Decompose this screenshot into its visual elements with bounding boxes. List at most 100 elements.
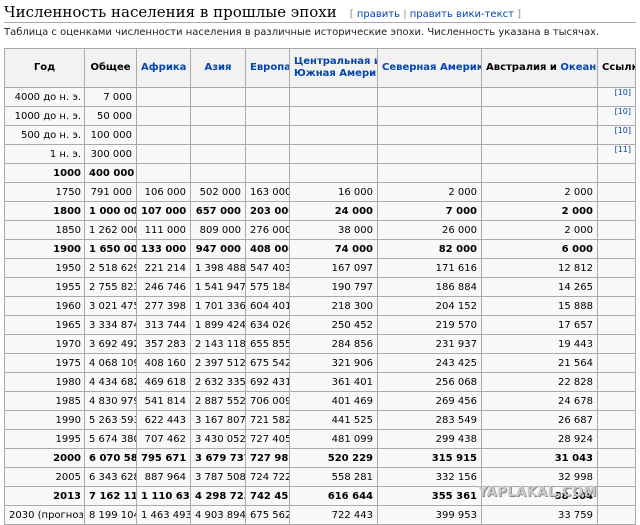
cell-total: 400 000: [84, 163, 137, 183]
cell-europe: 655 855: [245, 334, 290, 354]
cell-asia: [190, 144, 246, 164]
cell-africa: 1 110 635: [136, 486, 191, 506]
cell-north: 315 915: [377, 448, 482, 468]
cell-year: 2000: [4, 448, 85, 468]
edit-source-link[interactable]: править вики-текст: [410, 9, 514, 20]
cell-africa: 133 000: [136, 239, 191, 259]
cell-north: [377, 106, 482, 126]
table-body: 4000 до н. э. 7 000 [10] 1000 до н. э. 50 00…: [4, 87, 636, 525]
cell-ref[interactable]: [11]: [597, 144, 636, 164]
cell-latin: [289, 144, 378, 164]
cell-oceania: [481, 125, 598, 145]
cell-total: 3 021 475: [84, 296, 137, 316]
cell-oceania: 15 888: [481, 296, 598, 316]
table-row: 1950 2 518 629 221 214 1 398 488 547 403 167 …: [4, 258, 636, 278]
cell-year: 1000: [4, 163, 85, 183]
table-row: 18001 000 000107 000657 000203 00024 000…: [4, 201, 636, 221]
cell-latin: 361 401: [289, 372, 378, 392]
edit-links: [ править | править вики-текст ]: [349, 9, 522, 20]
cell-africa: 313 744: [136, 315, 191, 335]
cell-latin: 441 525: [289, 410, 378, 430]
cell-asia: 4 298 723: [190, 486, 246, 506]
cell-africa: 111 000: [136, 220, 191, 240]
oceania-link[interactable]: Океания: [560, 62, 596, 73]
cell-year: 1 н. э.: [4, 144, 85, 164]
table-row: 1970 3 692 492 357 283 2 143 118 655 855 284 …: [4, 334, 636, 354]
col-africa-link[interactable]: Африка: [136, 48, 191, 88]
cell-latin: 218 300: [289, 296, 378, 316]
cell-total: 2 518 629: [84, 258, 137, 278]
cell-europe: 727 405: [245, 429, 290, 449]
cell-africa: 1 463 493: [136, 505, 191, 525]
cell-asia: [190, 125, 246, 145]
cell-europe: 604 401: [245, 296, 290, 316]
cell-oceania: 19 443: [481, 334, 598, 354]
cell-europe: 203 000: [245, 201, 290, 221]
cell-total: 1 650 000: [84, 239, 137, 259]
cell-north: [377, 87, 482, 107]
cell-latin: 38 000: [289, 220, 378, 240]
cell-oceania: 6 000: [481, 239, 598, 259]
cell-total: 8 199 104: [84, 505, 137, 525]
col-north-america-link[interactable]: Северная Америка*: [377, 48, 482, 88]
cell-africa: [136, 125, 191, 145]
cell-latin: 24 000: [289, 201, 378, 221]
cell-total: 7 162 119: [84, 486, 137, 506]
col-refs: Ссылки: [597, 48, 636, 88]
cell-ref: [597, 163, 636, 183]
cell-europe: 276 000: [245, 220, 290, 240]
cell-oceania: 28 924: [481, 429, 598, 449]
latin-line2: Южная Америка: [294, 68, 377, 79]
cell-total: 791 000: [84, 182, 137, 202]
cell-asia: 3 787 508: [190, 467, 246, 487]
cell-ref[interactable]: [10]: [597, 87, 636, 107]
cell-africa: 107 000: [136, 201, 191, 221]
col-asia-link[interactable]: Азия: [190, 48, 246, 88]
cell-year: 1985: [4, 391, 85, 411]
cell-year: 1000 до н. э.: [4, 106, 85, 126]
cell-latin: 321 906: [289, 353, 378, 373]
cell-africa: 408 160: [136, 353, 191, 373]
cell-ref: [597, 410, 636, 430]
cell-europe: 675 542: [245, 353, 290, 373]
cell-oceania: 32 998: [481, 467, 598, 487]
population-table: Год Общее Африка Азия Европа Центральная…: [4, 48, 636, 525]
cell-year: 1990: [4, 410, 85, 430]
cell-ref: [597, 429, 636, 449]
cell-latin: 520 229: [289, 448, 378, 468]
cell-oceania: [481, 163, 598, 183]
cell-africa: 622 443: [136, 410, 191, 430]
col-europe-link[interactable]: Европа: [245, 48, 290, 88]
cell-north: [377, 125, 482, 145]
cell-ref[interactable]: [10]: [597, 106, 636, 126]
table-row: 1000 до н. э. 50 000 [10]: [4, 106, 636, 126]
cell-year: 2030 (прогноз): [4, 505, 85, 525]
cell-ref: [597, 315, 636, 335]
cell-asia: [190, 163, 246, 183]
cell-ref: [597, 505, 636, 525]
cell-oceania: 17 657: [481, 315, 598, 335]
cell-north: [377, 144, 482, 164]
cell-europe: 724 722: [245, 467, 290, 487]
cell-europe: [245, 106, 290, 126]
table-header-row: Год Общее Африка Азия Европа Центральная…: [4, 48, 636, 88]
cell-north: 186 884: [377, 277, 482, 297]
cell-ref[interactable]: [10]: [597, 125, 636, 145]
cell-total: 50 000: [84, 106, 137, 126]
table-row: 1000 400 000: [4, 163, 636, 183]
cell-total: 4 068 109: [84, 353, 137, 373]
cell-latin: [289, 106, 378, 126]
cell-africa: 541 814: [136, 391, 191, 411]
cell-asia: 1 899 424: [190, 315, 246, 335]
cell-north: 2 000: [377, 182, 482, 202]
cell-latin: [289, 163, 378, 183]
cell-europe: 692 431: [245, 372, 290, 392]
col-latin-america-link[interactable]: Центральная иЮжная Америка: [289, 48, 378, 88]
cell-ref: [597, 296, 636, 316]
cell-north: 26 000: [377, 220, 482, 240]
edit-link[interactable]: править: [357, 9, 400, 20]
cell-asia: 947 000: [190, 239, 246, 259]
cell-oceania: [481, 87, 598, 107]
cell-asia: 502 000: [190, 182, 246, 202]
cell-europe: [245, 163, 290, 183]
